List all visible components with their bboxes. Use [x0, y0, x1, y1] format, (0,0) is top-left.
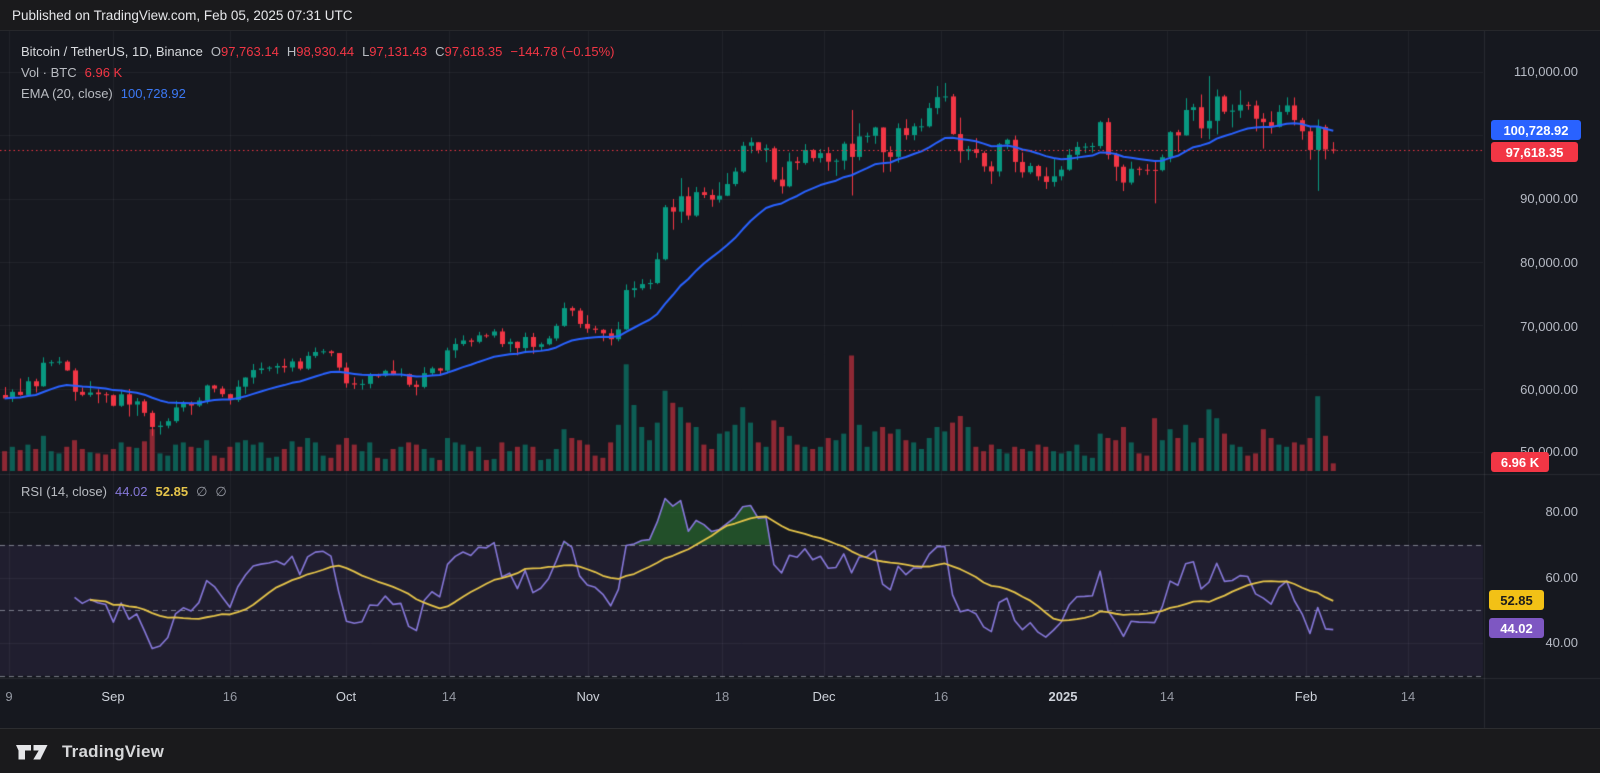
time-axis-label[interactable]: Dec [812, 687, 835, 707]
ema-legend-row[interactable]: EMA (20, close) 100,728.92 [21, 86, 186, 102]
volume-legend-row[interactable]: Vol · BTC 6.96 K [21, 65, 122, 81]
rsi-band-empty-icon: ∅ [215, 484, 226, 500]
time-axis-label[interactable]: 18 [715, 687, 729, 707]
time-axis-label[interactable]: 16 [934, 687, 948, 707]
published-text: Published on TradingView.com, Feb 05, 20… [12, 8, 352, 23]
rsi-label[interactable]: RSI (14, close) [21, 484, 107, 500]
price-axis-badge: 100,728.92 [1491, 120, 1581, 140]
price-axis-label: 60,000.00 [1520, 382, 1578, 398]
rsi-band-empty-icon: ∅ [196, 484, 207, 500]
time-axis-label[interactable]: 2025 [1049, 687, 1078, 707]
price-axis-label: 70,000.00 [1520, 319, 1578, 335]
time-axis-label[interactable]: Oct [336, 687, 356, 707]
ohlc-value: 97,618.35 [445, 44, 503, 60]
published-bar: Published on TradingView.com, Feb 05, 20… [0, 0, 1600, 31]
time-axis-label[interactable]: 14 [442, 687, 456, 707]
price-axis-label: 80,000.00 [1520, 255, 1578, 271]
rsi-value: 44.02 [115, 484, 148, 500]
ohlc-value: 98,930.44 [296, 44, 354, 60]
time-axis-label[interactable]: Sep [101, 687, 124, 707]
ohlc-key: O [211, 44, 221, 60]
price-axis-badge: 97,618.35 [1491, 142, 1578, 162]
time-axis-label[interactable]: 9 [5, 687, 12, 707]
ohlc-key: L [362, 44, 369, 60]
rsi-axis-label: 60.00 [1545, 570, 1578, 586]
rsi-legend-row[interactable]: RSI (14, close) 44.02 52.85 ∅ ∅ [21, 484, 227, 500]
time-axis-label[interactable]: 14 [1160, 687, 1174, 707]
rsi-axis-label: 40.00 [1545, 635, 1578, 651]
rsi-axis-badge: 44.02 [1489, 618, 1544, 638]
ema-label[interactable]: EMA (20, close) [21, 86, 113, 102]
price-axis-label: 110,000.00 [1514, 64, 1578, 80]
volume-value: 6.96 K [85, 65, 123, 81]
time-axis-label[interactable]: 16 [223, 687, 237, 707]
ohlc-key: H [287, 44, 296, 60]
time-axis[interactable]: 9 Sep 16 Oct 14 Nov 18 Dec 16 2025 14 Feb 14 [0, 687, 1483, 709]
rsi-axis-badge: 52.85 [1489, 590, 1544, 610]
time-axis-label[interactable]: Nov [576, 687, 599, 707]
symbol-title[interactable]: Bitcoin / TetherUS, 1D, Binance [21, 44, 203, 60]
price-axis-label: 90,000.00 [1520, 191, 1578, 207]
chart-canvas[interactable] [0, 0, 1600, 773]
ohlc-values: O97,763.14 H98,930.44 L97,131.43 C97,618.35 [203, 44, 503, 60]
time-axis-label[interactable]: Feb [1295, 687, 1317, 707]
ema-value: 100,728.92 [121, 86, 186, 102]
ohlc-value: 97,131.43 [369, 44, 427, 60]
tradingview-snapshot: Published on TradingView.com, Feb 05, 20… [0, 0, 1600, 773]
tradingview-logo-icon[interactable] [14, 740, 52, 764]
price-axis-badge: 6.96 K [1491, 452, 1549, 472]
ohlc-key: C [435, 44, 444, 60]
ohlc-value: 97,763.14 [221, 44, 279, 60]
rsi-axis-label: 80.00 [1545, 504, 1578, 520]
time-axis-label[interactable]: 14 [1401, 687, 1415, 707]
volume-label[interactable]: Vol · BTC [21, 65, 77, 81]
brand-wordmark[interactable]: TradingView [62, 742, 164, 762]
rsi-ma-value: 52.85 [156, 484, 189, 500]
footer-bar: TradingView [0, 728, 1600, 773]
symbol-legend-row[interactable]: Bitcoin / TetherUS, 1D, Binance O97,763.… [21, 44, 614, 60]
change-value: −144.78 (−0.15%) [510, 44, 614, 60]
